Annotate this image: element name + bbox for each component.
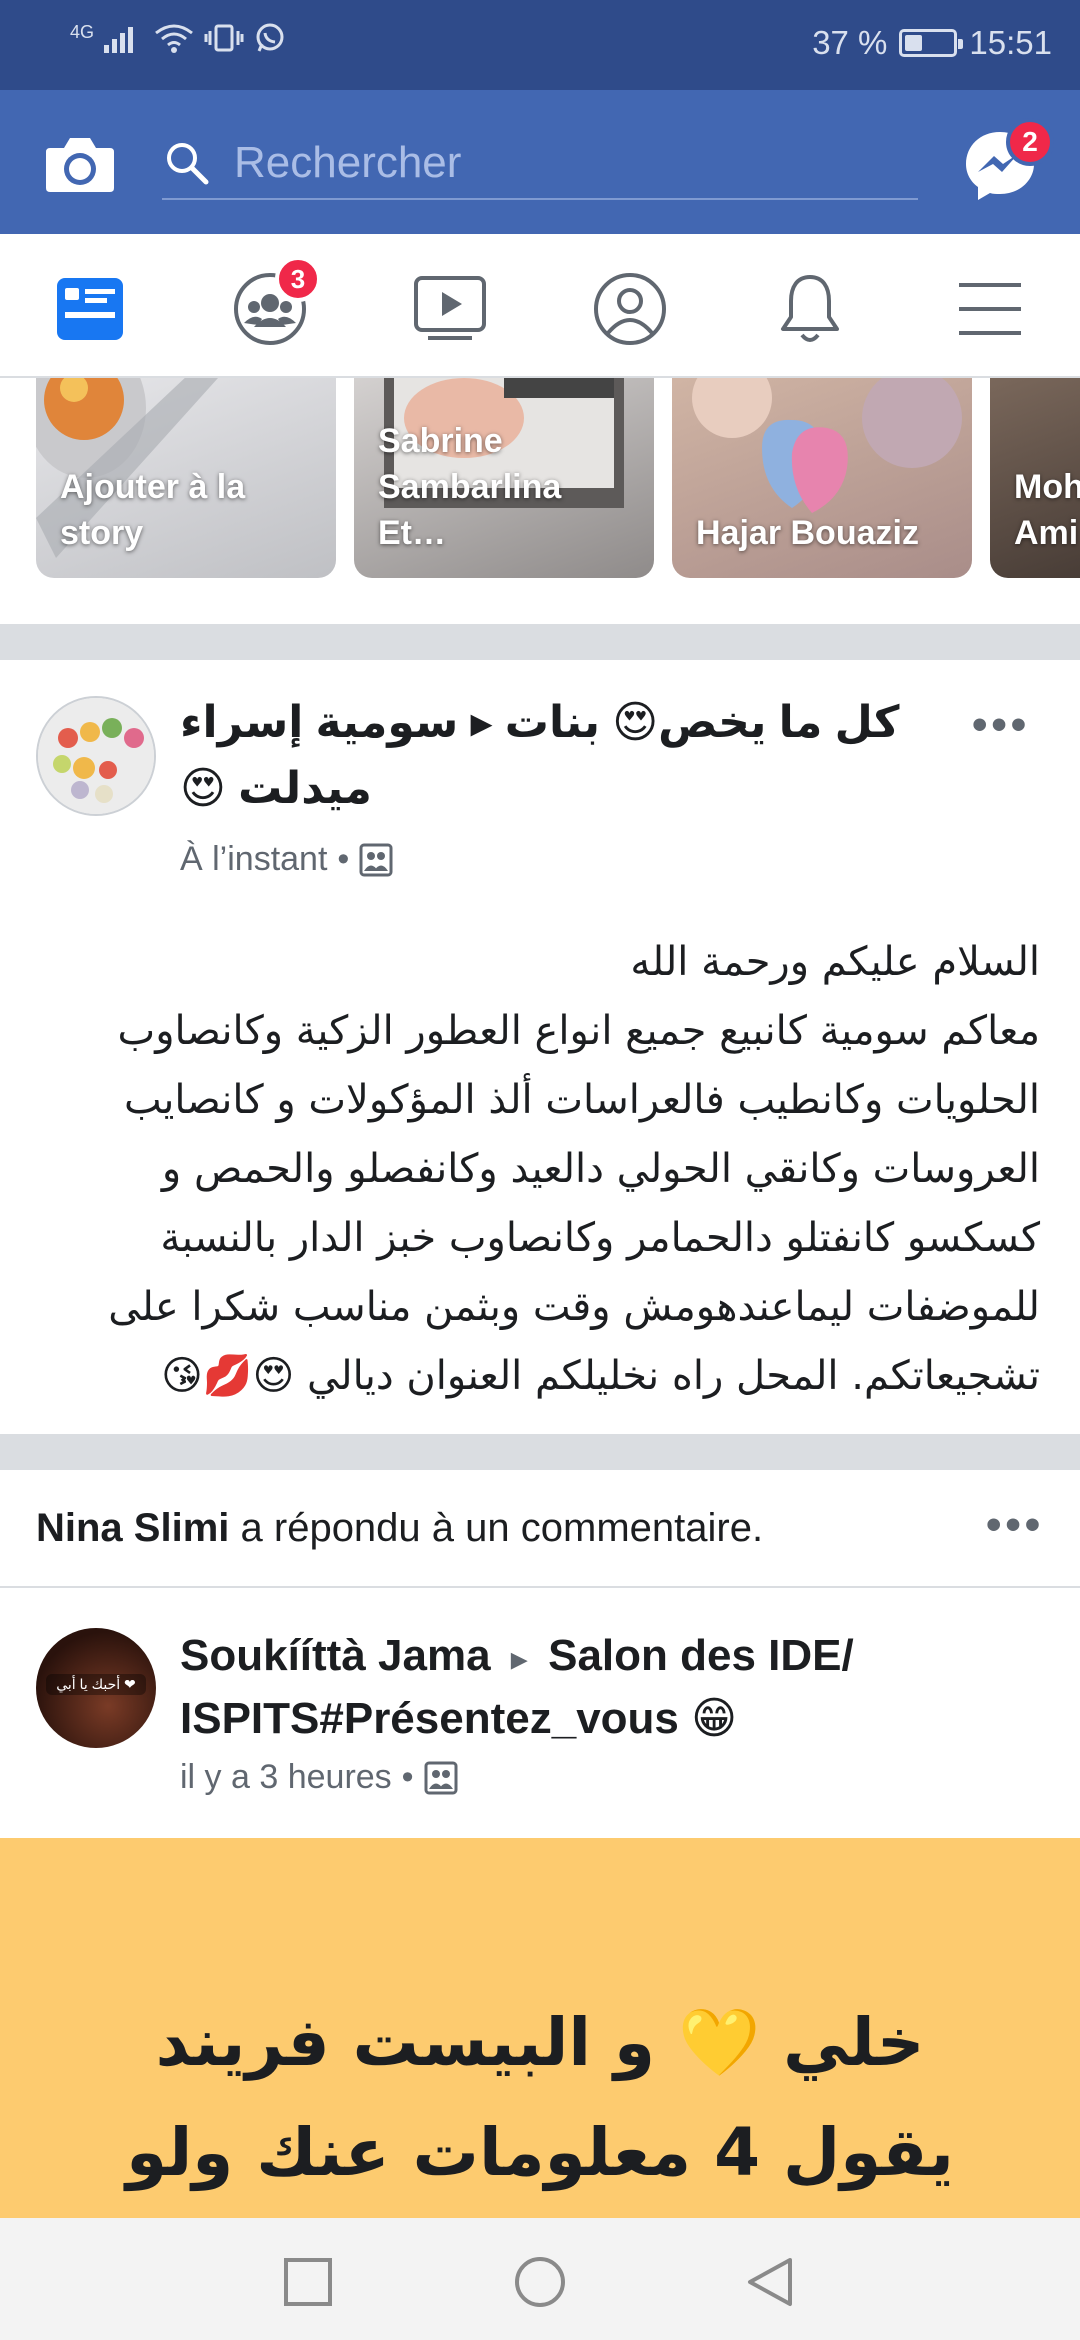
- camera-icon[interactable]: [42, 126, 118, 202]
- battery-percent: 37 %: [812, 24, 888, 61]
- feed-separator: [0, 1434, 1080, 1470]
- recent-apps-icon[interactable]: [280, 2254, 336, 2310]
- story-card[interactable]: Hajar Bouaziz: [672, 378, 972, 578]
- avatar[interactable]: [36, 696, 156, 816]
- story-card-add[interactable]: Ajouter à la story: [36, 378, 336, 578]
- hamburger-menu-icon: [959, 283, 1021, 335]
- story-card[interactable]: Moh Ami: [990, 378, 1080, 578]
- status-icons-left: 4G: [70, 22, 286, 54]
- story-label: Hajar Bouaziz: [696, 514, 919, 552]
- search-placeholder: Rechercher: [234, 138, 462, 187]
- post-author[interactable]: Soukííttà Jama: [180, 1631, 491, 1680]
- post-options-icon[interactable]: •••: [972, 700, 1030, 750]
- wifi-icon: [155, 24, 193, 53]
- search-icon: [167, 143, 209, 185]
- messenger-badge: 2: [1006, 118, 1054, 166]
- watch-icon: [414, 276, 486, 340]
- groups-badge: 3: [275, 256, 321, 302]
- home-icon[interactable]: [512, 2254, 568, 2310]
- post-timestamp[interactable]: À l’instant: [180, 840, 327, 879]
- vibrate-icon: [204, 24, 244, 52]
- system-nav-bar: [0, 2218, 1080, 2340]
- status-icons-right: 37 % 15:51: [812, 24, 1052, 62]
- whatsapp-icon: [256, 23, 284, 52]
- tab-bar: 3: [0, 234, 1080, 378]
- avatar-image: [38, 698, 154, 814]
- post-text: السلام عليكم ورحمة الله معاكم سومية كانب…: [108, 939, 1040, 1399]
- network-type: 4G: [70, 22, 95, 42]
- profile-icon: [594, 273, 666, 345]
- bell-icon: [781, 275, 839, 342]
- story-card[interactable]: Sabrine Sambarlina Et…: [354, 378, 654, 578]
- stories-tray: Ajouter à la story Sabrine Sambarlina Et…: [0, 378, 1080, 624]
- tab-notifications[interactable]: [765, 264, 855, 354]
- story-label: Moh Ami: [1014, 468, 1080, 552]
- story-label: Ajouter à la story: [60, 468, 246, 552]
- activity-header: Nina Slimi a répondu à un commentaire. •…: [0, 1470, 1080, 1588]
- news-feed-icon: [57, 278, 123, 340]
- tab-profile[interactable]: [585, 264, 675, 354]
- avatar-caption: أحبك يا أبي ❤: [46, 1674, 146, 1695]
- activity-action: a répondu à un commentaire.: [240, 1506, 764, 1550]
- post-meta: À l’instant •: [180, 840, 393, 879]
- search-bar[interactable]: Rechercher: [162, 128, 918, 200]
- clock: 15:51: [969, 24, 1052, 61]
- feed-separator: [0, 624, 1080, 660]
- colored-post-text: خلي 💛 و البيست فريند يقول 4 معلومات عنك …: [126, 2004, 954, 2191]
- story-label: Sabrine Sambarlina Et…: [378, 422, 562, 552]
- activity-text: Nina Slimi a répondu à un commentaire.: [36, 1506, 763, 1551]
- arrow-icon: ▸: [510, 1640, 528, 1678]
- post-title: Soukííttà Jama ▸ Salon des IDE/ ISPITS#P…: [180, 1626, 1040, 1749]
- feed-post: كل ما يخص😍 بنات ▸ سومية إسراء ميدلت 😍 ••…: [0, 660, 1080, 1434]
- group-audience-icon: [359, 843, 393, 876]
- avatar[interactable]: أحبك يا أبي ❤: [36, 1628, 156, 1748]
- colored-post-background[interactable]: خلي 💛 و البيست فريند يقول 4 معلومات عنك …: [0, 1838, 1080, 2218]
- dot-separator: •: [337, 840, 350, 878]
- tab-watch[interactable]: [405, 264, 495, 354]
- battery-level: [905, 35, 923, 51]
- status-bar: 4G 37 % 15:51: [0, 0, 1080, 90]
- dot-separator: •: [401, 1758, 414, 1796]
- back-icon[interactable]: [742, 2254, 798, 2310]
- tab-menu[interactable]: [945, 264, 1035, 354]
- post-title[interactable]: كل ما يخص😍 بنات ▸ سومية إسراء ميدلت 😍: [180, 690, 900, 822]
- signal-icon: [104, 27, 134, 53]
- feed-post: أحبك يا أبي ❤ Soukííttà Jama ▸ Salon des…: [0, 1590, 1080, 1840]
- messenger-button[interactable]: 2: [960, 118, 1054, 204]
- post-timestamp[interactable]: il y a 3 heures: [180, 1758, 392, 1797]
- tab-news-feed[interactable]: [45, 264, 135, 354]
- app-header: Rechercher 2: [0, 90, 1080, 234]
- battery-icon: [899, 29, 964, 57]
- activity-actor[interactable]: Nina Slimi: [36, 1506, 229, 1550]
- group-audience-icon: [424, 1761, 458, 1794]
- activity-options-icon[interactable]: •••: [986, 1500, 1044, 1550]
- tab-groups[interactable]: 3: [225, 256, 321, 354]
- post-meta: il y a 3 heures •: [180, 1758, 458, 1797]
